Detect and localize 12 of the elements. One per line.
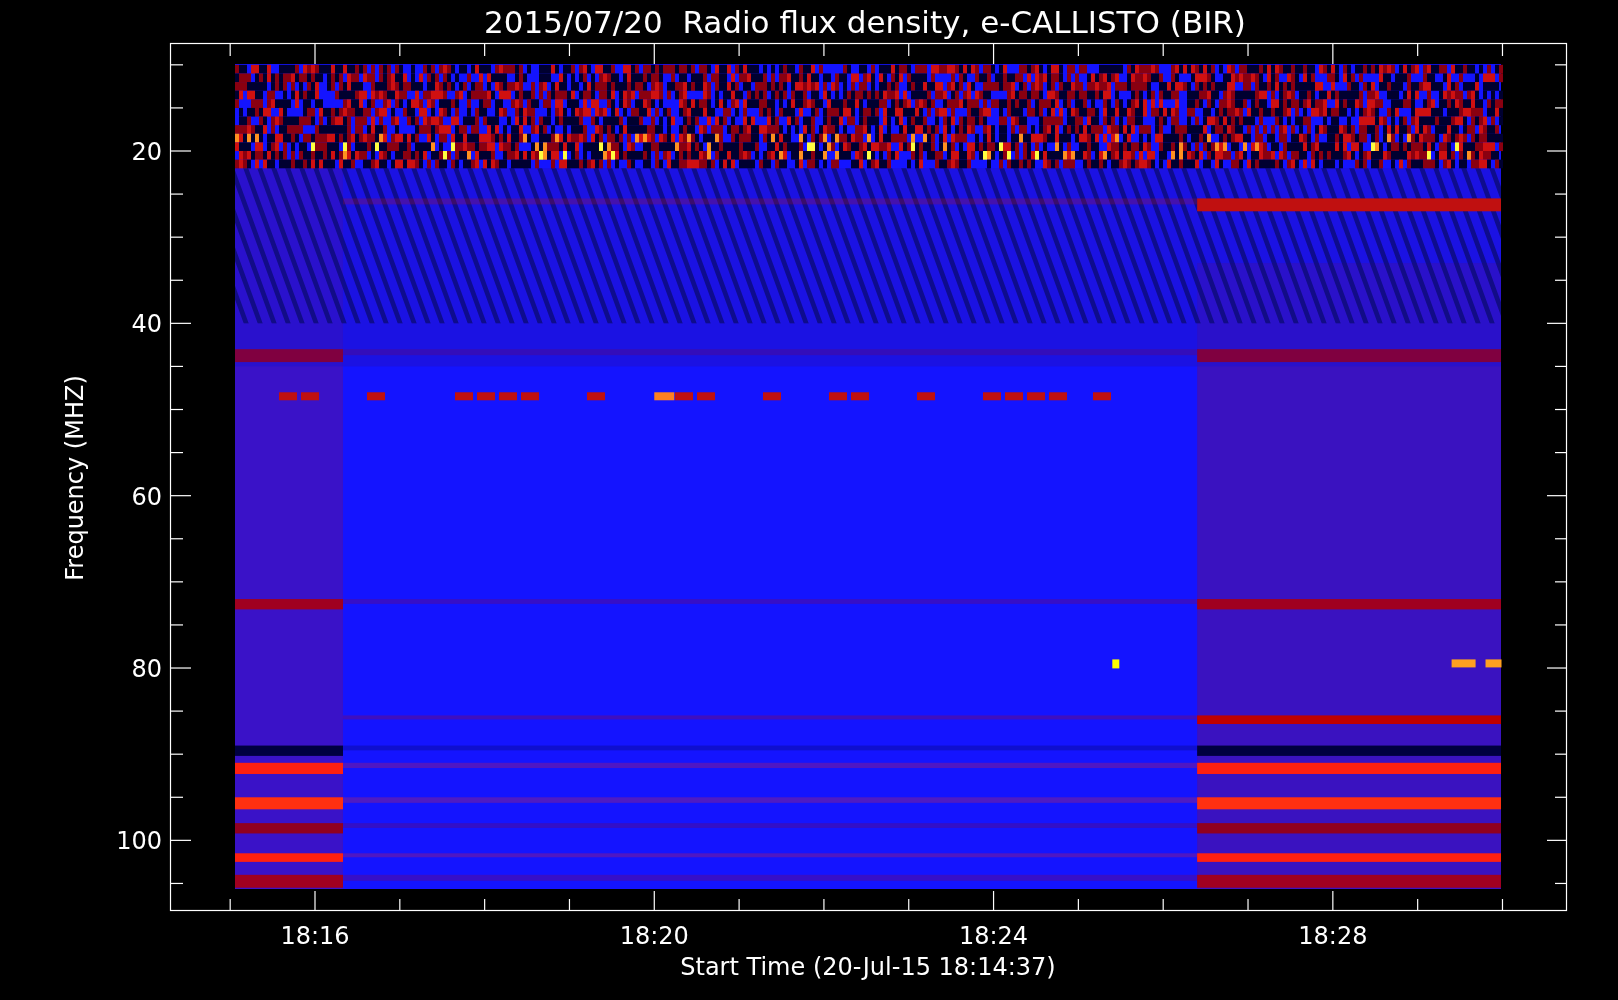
tick-label: 18:16 (280, 922, 350, 950)
plot-title: 2015/07/20 Radio flux density, e-CALLISTO (BIR) (484, 4, 1246, 40)
tick-label: 18:20 (619, 922, 689, 950)
y-axis-label: Frequency (MHZ) (61, 375, 89, 581)
tick-label: 100 (116, 827, 162, 856)
tick-label: 80 (131, 655, 162, 683)
tick-label: 40 (131, 310, 162, 339)
tick-label: 18:24 (958, 922, 1029, 950)
tick-label: 60 (131, 482, 162, 511)
tick-label: 20 (131, 138, 162, 166)
x-axis-label: Start Time (20-Jul-15 18:14:37) (680, 953, 1056, 981)
tick-label: 18:28 (1298, 922, 1368, 950)
